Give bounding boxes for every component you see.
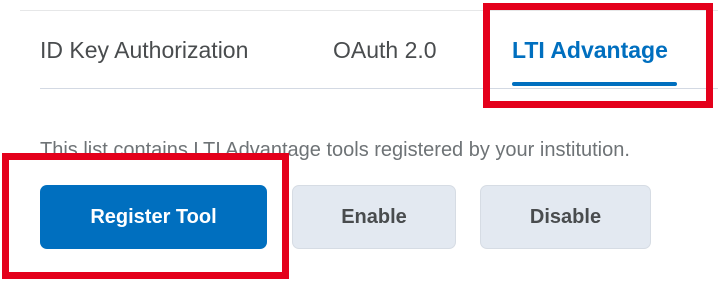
- highlight-box-register-button: [2, 153, 289, 279]
- disable-button[interactable]: Disable: [480, 185, 651, 249]
- tab-oauth-2[interactable]: OAuth 2.0: [333, 34, 437, 66]
- tab-id-key-authorization[interactable]: ID Key Authorization: [40, 34, 248, 66]
- page: ID Key Authorization OAuth 2.0 LTI Advan…: [0, 0, 718, 281]
- enable-button[interactable]: Enable: [292, 185, 456, 249]
- highlight-box-lti-tab: [483, 3, 713, 108]
